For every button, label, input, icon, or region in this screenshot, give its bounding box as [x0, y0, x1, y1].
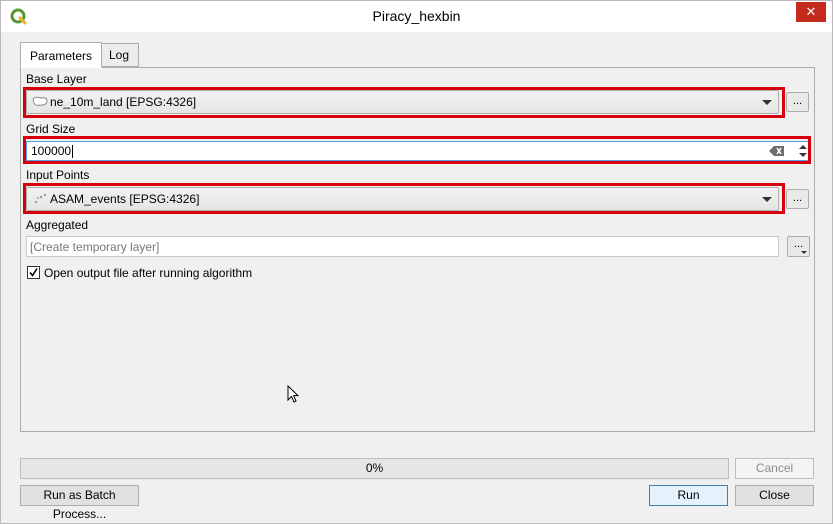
close-button[interactable]: Close — [735, 485, 814, 506]
chevron-down-icon — [801, 251, 807, 254]
cancel-button[interactable]: Cancel — [735, 458, 814, 479]
tab-parameters[interactable]: Parameters — [20, 42, 103, 68]
grid-size-label: Grid Size — [26, 122, 76, 136]
title-bar: Piracy_hexbin ✕ — [1, 1, 832, 32]
base-layer-combo[interactable]: ne_10m_land [EPSG:4326] — [26, 90, 779, 114]
grid-size-value: 100000 — [31, 144, 72, 158]
clear-text-icon[interactable] — [769, 145, 785, 157]
polygon-layer-icon — [32, 96, 48, 106]
grid-size-input[interactable]: 100000 — [26, 141, 809, 161]
run-button[interactable]: Run — [649, 485, 728, 506]
tab-log[interactable]: Log — [99, 43, 140, 67]
aggregated-browse-button[interactable]: ... — [787, 236, 810, 257]
chevron-down-icon — [762, 197, 772, 202]
spinbox-arrows-icon[interactable] — [796, 142, 810, 160]
window-title: Piracy_hexbin — [372, 8, 461, 24]
close-window-button[interactable]: ✕ — [796, 2, 826, 22]
input-points-label: Input Points — [26, 168, 90, 182]
checkmark-icon — [29, 268, 38, 277]
point-layer-icon — [34, 193, 47, 204]
input-points-value: ASAM_events [EPSG:4326] — [50, 192, 200, 206]
text-caret — [72, 145, 74, 159]
aggregated-output-field[interactable]: [Create temporary layer] — [26, 236, 779, 257]
input-points-browse-button[interactable]: ... — [786, 189, 809, 209]
open-output-label: Open output file after running algorithm — [44, 266, 253, 280]
chevron-down-icon — [762, 100, 772, 105]
progress-bar: 0% — [20, 458, 729, 479]
base-layer-label: Base Layer — [26, 72, 87, 86]
dialog-window: Piracy_hexbin ✕ Parameters Log Base Laye… — [0, 0, 833, 524]
aggregated-browse-label: ... — [793, 238, 804, 250]
progress-text: 0% — [365, 461, 384, 475]
base-layer-value: ne_10m_land [EPSG:4326] — [50, 95, 197, 109]
base-layer-browse-button[interactable]: ... — [786, 92, 809, 112]
aggregated-placeholder: [Create temporary layer] — [30, 240, 160, 254]
open-output-checkbox[interactable] — [27, 266, 40, 279]
aggregated-label: Aggregated — [26, 218, 89, 232]
mouse-pointer-icon — [287, 385, 300, 403]
input-points-combo[interactable]: ASAM_events [EPSG:4326] — [26, 187, 779, 211]
run-batch-button[interactable]: Run as Batch Process... — [20, 485, 139, 521]
